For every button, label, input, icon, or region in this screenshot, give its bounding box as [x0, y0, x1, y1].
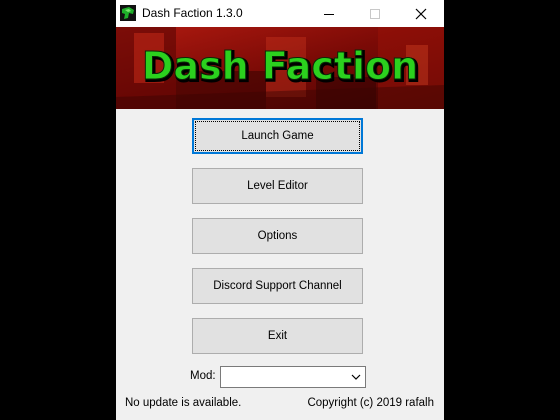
- launcher-window: Dash Faction 1.3.0 Dash Faction Dash Fac…: [116, 0, 444, 420]
- title-bar[interactable]: Dash Faction 1.3.0: [116, 0, 444, 27]
- level-editor-button[interactable]: Level Editor: [192, 168, 363, 204]
- close-button[interactable]: [398, 0, 444, 27]
- header-banner: Dash Faction Dash Faction: [116, 27, 444, 109]
- banner-logo: Dash Faction: [142, 44, 418, 88]
- discord-support-button[interactable]: Discord Support Channel: [192, 268, 363, 304]
- close-icon: [415, 8, 427, 19]
- launch-game-button[interactable]: Launch Game: [192, 118, 363, 154]
- copyright-text: Copyright (c) 2019 rafalh: [307, 397, 434, 409]
- minimize-icon: [324, 13, 334, 15]
- mod-dropdown[interactable]: [220, 366, 366, 388]
- maximize-button[interactable]: [352, 0, 398, 27]
- minimize-button[interactable]: [306, 0, 352, 27]
- exit-button[interactable]: Exit: [192, 318, 363, 354]
- window-title: Dash Faction 1.3.0: [142, 6, 243, 20]
- maximize-icon: [370, 8, 380, 19]
- chevron-down-icon[interactable]: [350, 371, 362, 383]
- app-icon: [120, 5, 136, 21]
- update-status: No update is available.: [125, 397, 242, 409]
- mod-label: Mod:: [190, 370, 216, 382]
- banner-artwork: Dash Faction Dash Faction: [116, 27, 444, 109]
- options-button[interactable]: Options: [192, 218, 363, 254]
